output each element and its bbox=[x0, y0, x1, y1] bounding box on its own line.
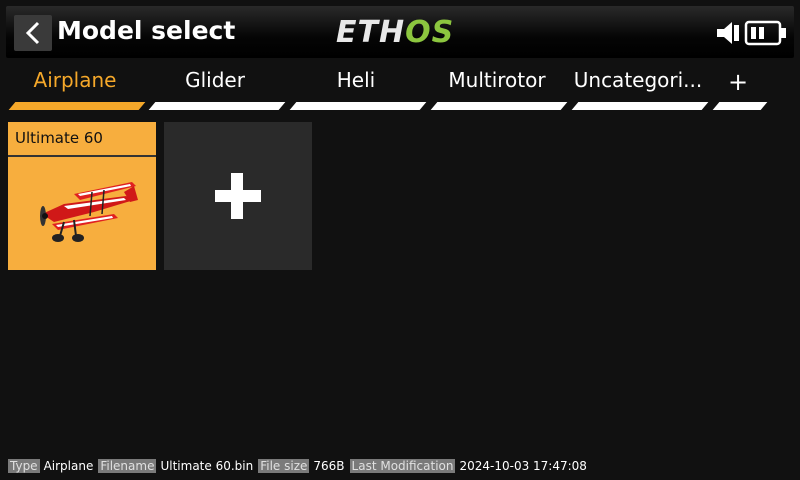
last-modification-key: Last Modification bbox=[349, 459, 456, 473]
tab-underline bbox=[8, 102, 146, 110]
tab-underline bbox=[712, 102, 768, 110]
model-name: Ultimate 60 bbox=[15, 129, 103, 147]
tab-label: Glider bbox=[185, 68, 245, 92]
tab-airplane[interactable]: Airplane bbox=[8, 62, 146, 112]
divider bbox=[8, 155, 156, 157]
battery-icon bbox=[744, 20, 786, 46]
add-category-tab[interactable]: + bbox=[712, 62, 768, 112]
filesize-key: File size bbox=[258, 459, 310, 473]
type-value: Airplane bbox=[43, 459, 94, 473]
model-info-footer: Type Airplane Filename Ultimate 60.bin File … bbox=[8, 459, 592, 475]
tab-heli[interactable]: Heli bbox=[289, 62, 427, 112]
tab-underline bbox=[430, 102, 568, 110]
logo-text-eth: ETH bbox=[336, 15, 406, 50]
add-model-button[interactable] bbox=[164, 122, 312, 270]
logo-text-os: OS bbox=[405, 15, 455, 50]
filename-value: Ultimate 60.bin bbox=[160, 459, 254, 473]
header-bar: Model select ETHOS bbox=[6, 6, 794, 58]
plus-icon: + bbox=[727, 68, 749, 96]
tab-glider[interactable]: Glider bbox=[148, 62, 286, 112]
chevron-left-icon bbox=[25, 21, 40, 45]
tab-uncategorized[interactable]: Uncategori... bbox=[571, 62, 709, 112]
page-title: Model select bbox=[57, 16, 236, 45]
ethos-logo: ETHOS bbox=[336, 15, 455, 50]
tab-underline bbox=[148, 102, 286, 110]
category-tabs: Airplane Glider Heli Multirotor Uncatego… bbox=[0, 62, 800, 112]
tab-underline bbox=[571, 102, 709, 110]
tab-multirotor[interactable]: Multirotor bbox=[430, 62, 568, 112]
speaker-icon[interactable] bbox=[716, 20, 740, 46]
tab-label: Heli bbox=[336, 68, 376, 92]
tab-label: Airplane bbox=[33, 68, 117, 92]
filename-key: Filename bbox=[98, 459, 157, 473]
filesize-value: 766B bbox=[313, 459, 345, 473]
tab-label: Multirotor bbox=[448, 68, 546, 92]
type-key: Type bbox=[8, 459, 40, 473]
last-modification-value: 2024-10-03 17:47:08 bbox=[459, 459, 587, 473]
back-button[interactable] bbox=[14, 15, 52, 51]
tab-underline bbox=[289, 102, 427, 110]
tab-label: Uncategori... bbox=[573, 68, 703, 92]
airplane-image bbox=[40, 182, 138, 242]
model-tile[interactable]: Ultimate 60 bbox=[8, 122, 156, 270]
